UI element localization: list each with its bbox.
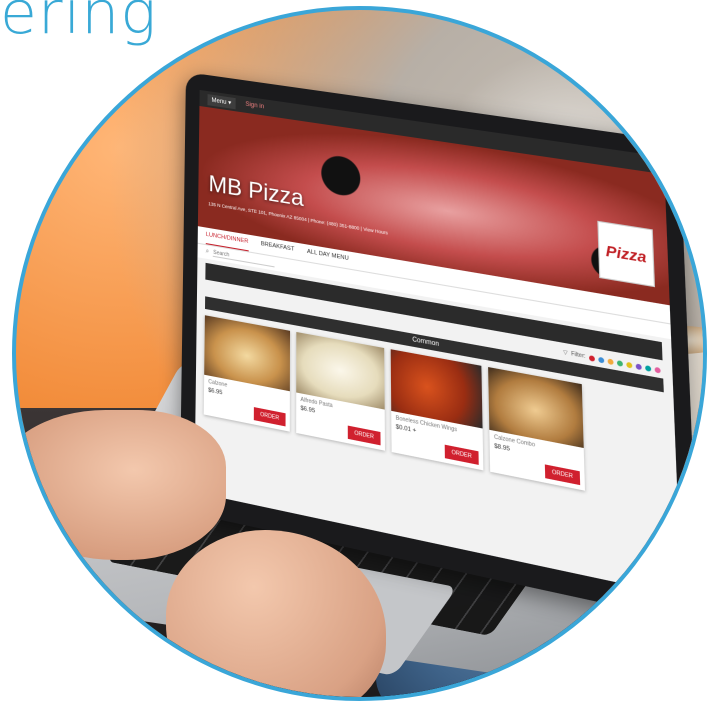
menu-item-card[interactable]: Calzone Combo $8.95 ORDER — [488, 367, 585, 491]
filter-dot-icon[interactable] — [635, 362, 642, 370]
restaurant-logo: Pizza — [597, 220, 656, 288]
filter-dot-icon[interactable] — [616, 359, 623, 367]
filter-label: Filter: — [571, 350, 586, 361]
headline-text: ering — [0, 0, 158, 48]
signin-link[interactable]: Sign in — [241, 99, 268, 113]
filter-dot-icon[interactable] — [626, 361, 633, 368]
photo-circle-frame: Menu ▾ Sign in MB Pizza 135 N Central Av… — [12, 6, 707, 701]
menu-item-card[interactable]: Boneless Chicken Wings $0.01 + ORDER — [390, 349, 484, 471]
filter-dot-icon[interactable] — [607, 357, 614, 365]
filter-icon: ▽ — [563, 349, 568, 357]
filter-dot-icon[interactable] — [645, 364, 652, 372]
filter-dot-icon[interactable] — [598, 356, 605, 363]
logo-text: Pizza — [605, 241, 647, 266]
menu-item-card[interactable]: Calzone $6.95 ORDER — [203, 315, 291, 432]
left-hand — [16, 410, 226, 560]
menu-dropdown-button[interactable]: Menu ▾ — [207, 93, 236, 109]
menu-item-card[interactable]: Alfredo Pasta $6.95 ORDER — [296, 331, 385, 451]
filter-dot-icon[interactable] — [588, 354, 595, 362]
search-icon: ⌕ — [205, 248, 210, 256]
filter-dot-icon[interactable] — [654, 366, 661, 374]
laptop-screen: Menu ▾ Sign in MB Pizza 135 N Central Av… — [194, 89, 682, 597]
